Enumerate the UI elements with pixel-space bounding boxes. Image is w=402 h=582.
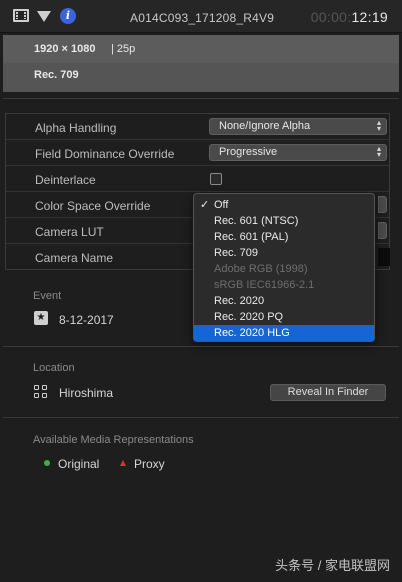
event-date: 8-12-2017 [59,313,114,327]
color-space-popup[interactable] [378,196,387,213]
location-name: Hiroshima [59,386,114,400]
alpha-handling-popup[interactable]: None/Ignore Alpha ▴ ▾ [209,118,387,135]
menu-item-rec601-ntsc[interactable]: Rec. 601 (NTSC) [194,213,374,229]
setting-label: Camera LUT [35,225,104,239]
menu-item-rec2020-pq[interactable]: Rec. 2020 PQ [194,309,374,325]
event-heading: Event [33,290,62,302]
color-space: Rec. 709 [34,69,79,81]
menu-item-off[interactable]: ✓ Off [194,197,374,213]
field-dominance-popup[interactable]: Progressive ▴ ▾ [209,144,387,161]
setting-label: Field Dominance Override [35,147,175,161]
menu-item-rec2020[interactable]: Rec. 2020 [194,293,374,309]
toolbar: i A014C093_171208_R4V9 00:00:12:19 [0,0,402,33]
setting-label: Deinterlace [35,173,96,187]
chevron-updown-icon: ▴ ▾ [376,118,381,133]
clip-name: A014C093_171208_R4V9 [130,11,275,25]
divider [3,346,399,347]
watermark: 头条号 / 家电联盟网 [275,558,390,573]
divider [3,98,399,99]
setting-label: Alpha Handling [35,121,117,135]
menu-item-rec601-pal[interactable]: Rec. 601 (PAL) [194,229,374,245]
color-space-menu: ✓ Off Rec. 601 (NTSC) Rec. 601 (PAL) Rec.… [193,193,375,342]
setting-label: Camera Name [35,251,114,265]
star-icon: ★ [34,311,48,325]
resolution: 1920 × 1080 [34,43,96,55]
menu-item-rec709[interactable]: Rec. 709 [194,245,374,261]
deinterlace-checkbox[interactable] [210,173,222,185]
camera-lut-popup[interactable] [378,222,387,239]
divider [3,417,399,418]
frame-rate: | 25p [111,43,136,55]
setting-row-deinterlace: Deinterlace [6,166,389,192]
chevron-updown-icon: ▴ ▾ [376,144,381,159]
menu-item-adobe-rgb: Adobe RGB (1998) [214,263,308,275]
camera-name-field[interactable] [378,248,390,266]
grid-icon [34,385,48,399]
menu-item-srgb: sRGB IEC61966-2.1 [214,279,315,291]
setting-row-field-dominance: Field Dominance Override Progressive ▴ ▾ [6,140,389,166]
setting-label: Color Space Override [35,199,151,213]
checkmark-icon: ✓ [200,199,210,211]
menu-item-rec2020-hlg[interactable]: Rec. 2020 HLG [194,325,374,341]
film-icon[interactable] [13,9,29,22]
reveal-in-finder-button[interactable]: Reveal In Finder [270,384,386,401]
media-heading: Available Media Representations [33,434,194,446]
setting-row-alpha: Alpha Handling None/Ignore Alpha ▴ ▾ [6,114,389,140]
timecode: 00:00:12:19 [310,9,388,25]
clip-specs: 1920 × 1080 | 25p Rec. 709 [3,35,399,92]
filter-triangle-icon[interactable] [37,11,51,22]
info-icon[interactable]: i [60,8,76,24]
media-original[interactable]: Original [58,457,99,471]
proxy-warning-triangle-icon [120,460,126,466]
media-proxy[interactable]: Proxy [134,457,165,471]
original-status-dot-icon [44,460,50,466]
location-heading: Location [33,362,75,374]
